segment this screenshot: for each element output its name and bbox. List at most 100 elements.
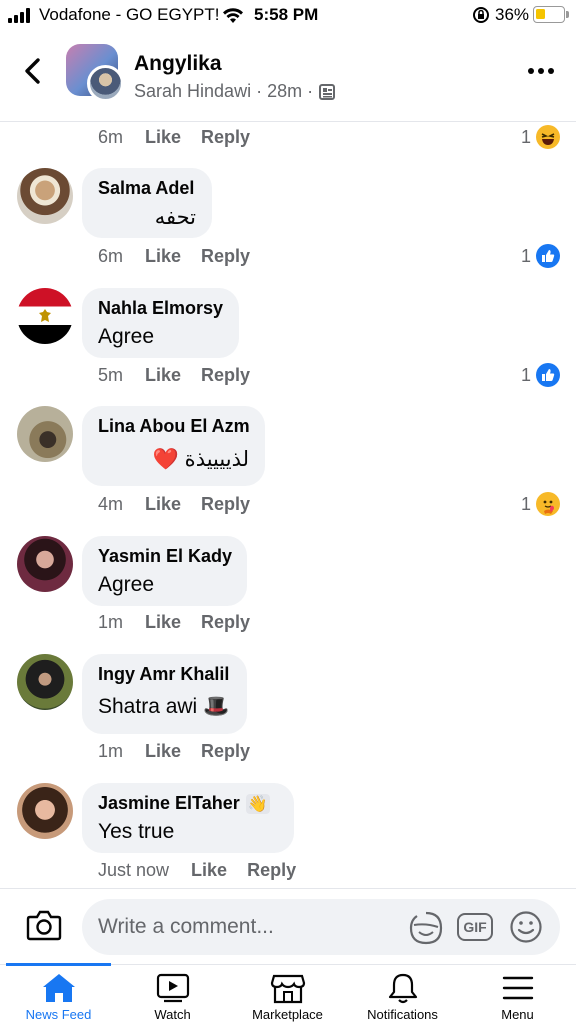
rotation-lock-icon: [473, 7, 489, 23]
battery-tip: [566, 11, 569, 18]
reaction-summary[interactable]: 1: [521, 491, 560, 517]
avatar[interactable]: [17, 654, 73, 710]
tab-label: Watch: [154, 1007, 191, 1022]
reaction-summary[interactable]: 1: [521, 124, 560, 150]
comment-actions: 1m Like Reply: [98, 609, 270, 635]
commenter-name[interactable]: Salma Adel: [98, 178, 196, 199]
reaction-count: 1: [520, 126, 531, 147]
flag-emblem: [39, 309, 51, 322]
more-options-button[interactable]: [528, 68, 554, 74]
comment-actions: 4m Like Reply: [98, 491, 270, 517]
post-meta: Sarah Hindawi · 28m ·: [134, 81, 336, 102]
like-button[interactable]: Like: [145, 612, 181, 633]
post-author-name[interactable]: Sarah Hindawi: [134, 81, 251, 102]
avatar[interactable]: [17, 288, 73, 344]
avatar[interactable]: [17, 783, 73, 839]
carrier-name: Vodafone - GO EGYPT!: [39, 5, 220, 24]
reaction-count: 1: [520, 364, 531, 385]
group-avatar[interactable]: [66, 44, 124, 102]
comment-actions: 6m Like Reply: [98, 124, 270, 150]
comment-text: Shatra awi 🎩: [98, 695, 230, 718]
avatar[interactable]: [17, 406, 73, 462]
comment-time: 1m: [98, 740, 124, 761]
like-button[interactable]: Like: [191, 860, 227, 881]
care-reaction-icon: [536, 492, 560, 516]
comment-time: 6m: [98, 245, 124, 266]
haha-reaction-icon: [536, 125, 560, 149]
tab-label: News Feed: [25, 1007, 92, 1022]
back-button[interactable]: [18, 54, 48, 88]
comment-time: 6m: [98, 126, 124, 147]
reply-button[interactable]: Reply: [247, 860, 296, 881]
reply-button[interactable]: Reply: [201, 494, 250, 515]
separator: ·: [307, 81, 314, 101]
comments-list: 6m Like Reply 1 Salma Adel تحفه 6m Like …: [0, 122, 576, 888]
waving-hand-badge-icon: 👋: [245, 793, 270, 814]
like-button[interactable]: Like: [145, 365, 181, 386]
comment-text: Agree: [98, 325, 155, 348]
comment-actions: 5m Like Reply: [98, 362, 270, 388]
avatar[interactable]: [17, 168, 73, 224]
commenter-name[interactable]: Jasmine ElTaher: [98, 793, 240, 814]
reaction-summary[interactable]: 1: [521, 243, 560, 269]
like-button[interactable]: Like: [145, 127, 181, 148]
author-avatar: [87, 65, 124, 102]
reaction-count: 1: [520, 245, 531, 266]
comment-time: 1m: [98, 611, 124, 632]
post-time: 28m: [267, 81, 303, 101]
tab-watch[interactable]: Watch: [120, 965, 225, 1024]
like-reaction-icon: [536, 244, 560, 268]
tab-label: Notifications: [367, 1007, 438, 1022]
reply-button[interactable]: Reply: [201, 246, 250, 267]
bell-icon: [385, 971, 421, 1005]
sticker-icon[interactable]: [408, 911, 444, 945]
reaction-count: 1: [520, 493, 531, 514]
menu-icon: [500, 971, 536, 1005]
avatar[interactable]: [17, 536, 73, 592]
reply-button[interactable]: Reply: [201, 741, 250, 762]
post-header: Angylika Sarah Hindawi · 28m ·: [0, 32, 576, 122]
like-button[interactable]: Like: [145, 246, 181, 267]
comment-time: 4m: [98, 493, 124, 514]
tab-notifications[interactable]: Notifications: [350, 965, 455, 1024]
camera-icon[interactable]: [26, 909, 62, 941]
comment-text: Agree: [98, 573, 155, 596]
battery-percent: 36%: [495, 5, 530, 24]
comment-bubble: Lina Abou El Azm لذييييذة ❤️: [82, 406, 265, 486]
comment-time: 5m: [98, 364, 124, 385]
like-button[interactable]: Like: [145, 741, 181, 762]
emoji-icon[interactable]: [509, 910, 543, 944]
reply-button[interactable]: Reply: [201, 612, 250, 633]
comment-actions: Just now Like Reply: [98, 857, 316, 883]
reply-button[interactable]: Reply: [201, 365, 250, 386]
home-icon: [41, 971, 77, 1005]
commenter-name[interactable]: Ingy Amr Khalil: [98, 664, 231, 685]
reply-button[interactable]: Reply: [201, 127, 250, 148]
separator: ·: [256, 81, 263, 101]
commenter-name[interactable]: Yasmin El Kady: [98, 546, 232, 567]
comment-bubble: Salma Adel تحفه: [82, 168, 212, 238]
wifi-icon: [223, 8, 243, 23]
marketplace-icon: [270, 971, 306, 1005]
comment-text: تحفه: [154, 206, 196, 229]
like-button[interactable]: Like: [145, 494, 181, 515]
tab-menu[interactable]: Menu: [465, 965, 570, 1024]
battery-icon: [533, 6, 565, 23]
commenter-name[interactable]: Nahla Elmorsy: [98, 298, 223, 319]
bottom-tab-bar: News Feed Watch Marketplace Notification…: [0, 963, 576, 1024]
tab-label: Marketplace: [252, 1007, 323, 1022]
comment-bubble: Nahla Elmorsy Agree: [82, 288, 239, 358]
post-title[interactable]: Angylika: [134, 52, 222, 76]
tab-news-feed[interactable]: News Feed: [6, 965, 111, 1024]
comment-text: لذييييذة ❤️: [152, 448, 249, 471]
comment-text: Yes true: [98, 820, 175, 843]
comment-time: Just now: [98, 859, 170, 880]
tab-marketplace[interactable]: Marketplace: [235, 965, 340, 1024]
commenter-name[interactable]: Lina Abou El Azm: [98, 416, 250, 437]
gif-button[interactable]: GIF: [457, 913, 493, 941]
audience-icon: [319, 83, 336, 100]
reaction-summary[interactable]: 1: [521, 362, 560, 388]
tab-label: Menu: [501, 1007, 534, 1022]
watch-icon: [155, 971, 191, 1005]
comment-actions: 6m Like Reply: [98, 243, 270, 269]
